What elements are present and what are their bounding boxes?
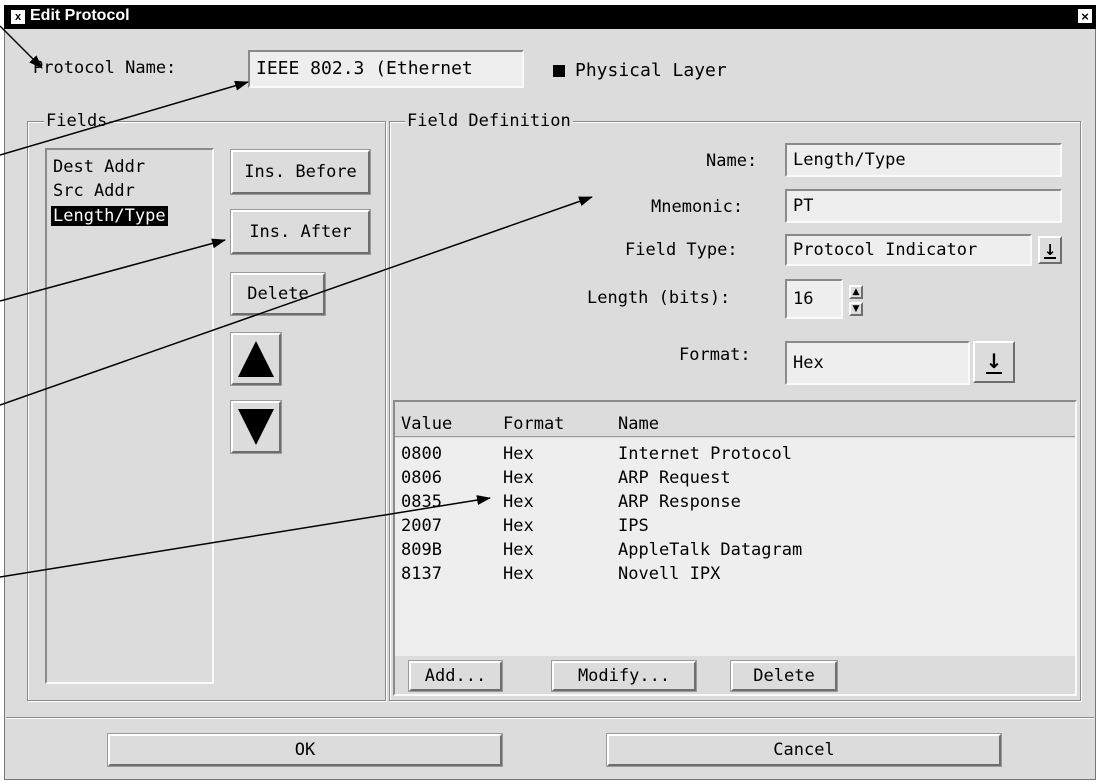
delete-value-button[interactable]: Delete: [731, 661, 837, 691]
cell-value: 0806: [401, 468, 442, 488]
triangle-down-icon: [238, 409, 274, 445]
cell-name: IPS: [618, 516, 649, 536]
cell-name: ARP Response: [618, 492, 741, 512]
table-row[interactable]: 2007 Hex IPS: [395, 516, 1075, 540]
table-row[interactable]: 0806 Hex ARP Request: [395, 468, 1075, 492]
add-value-button[interactable]: Add...: [409, 661, 502, 691]
cell-value: 0800: [401, 444, 442, 464]
format-dropdown-icon[interactable]: ↓: [973, 341, 1015, 383]
triangle-up-icon: [238, 341, 274, 377]
fields-group-title: Fields: [44, 111, 110, 131]
protocol-name-input[interactable]: IEEE 802.3 (Ethernet: [248, 50, 524, 88]
footer-divider: [6, 717, 1094, 719]
cell-value: 8137: [401, 564, 442, 584]
format-select[interactable]: Hex: [785, 341, 970, 385]
cell-name: ARP Request: [618, 468, 731, 488]
table-row[interactable]: 0835 Hex ARP Response: [395, 492, 1075, 516]
table-row[interactable]: 8137 Hex Novell IPX: [395, 564, 1075, 588]
cell-name: Internet Protocol: [618, 444, 792, 464]
length-label: Length (bits):: [587, 288, 731, 308]
fields-list-item-selected[interactable]: Length/Type: [51, 206, 168, 226]
field-type-dropdown-icon[interactable]: ↓: [1038, 236, 1062, 264]
window-menu-icon[interactable]: x: [11, 10, 25, 24]
table-header: Value Format Name: [395, 402, 1075, 437]
cell-format: Hex: [503, 540, 534, 560]
cell-format: Hex: [503, 444, 534, 464]
name-input[interactable]: Length/Type: [785, 143, 1062, 177]
cell-name: AppleTalk Datagram: [618, 540, 803, 560]
protocol-name-label: Protocol Name:: [33, 58, 177, 78]
values-table[interactable]: Value Format Name 0800 Hex Internet Prot…: [393, 400, 1077, 696]
field-definition-title: Field Definition: [405, 111, 573, 131]
cell-format: Hex: [503, 564, 534, 584]
length-input[interactable]: 16: [785, 279, 843, 319]
fields-list-item[interactable]: Dest Addr: [53, 157, 145, 177]
physical-layer-checkbox[interactable]: [553, 65, 565, 77]
column-header-format[interactable]: Format: [503, 414, 564, 434]
table-body: 0800 Hex Internet Protocol 0806 Hex ARP …: [395, 438, 1075, 656]
delete-field-button[interactable]: Delete: [231, 273, 325, 315]
ok-button[interactable]: OK: [108, 734, 502, 766]
cell-format: Hex: [503, 516, 534, 536]
fields-list-item[interactable]: Src Addr: [53, 181, 135, 201]
mnemonic-label: Mnemonic:: [651, 197, 744, 217]
column-header-name[interactable]: Name: [618, 414, 659, 434]
title-bar[interactable]: x Edit Protocol ×: [4, 5, 1096, 29]
insert-after-button[interactable]: Ins. After: [231, 210, 370, 254]
column-header-value[interactable]: Value: [401, 414, 452, 434]
window-title: Edit Protocol: [30, 7, 130, 24]
edit-protocol-dialog: x Edit Protocol × Protocol Name: IEEE 80…: [0, 0, 1101, 784]
close-icon[interactable]: ×: [1077, 8, 1093, 24]
cell-format: Hex: [503, 468, 534, 488]
mnemonic-input[interactable]: PT: [785, 189, 1062, 223]
field-type-label: Field Type:: [625, 240, 738, 260]
length-increment-icon[interactable]: ▲: [849, 285, 863, 299]
move-down-button[interactable]: [231, 401, 281, 453]
name-label: Name:: [706, 151, 758, 171]
table-row[interactable]: 0800 Hex Internet Protocol: [395, 444, 1075, 468]
cell-value: 809B: [401, 540, 442, 560]
cancel-button[interactable]: Cancel: [607, 734, 1001, 766]
table-row[interactable]: 809B Hex AppleTalk Datagram: [395, 540, 1075, 564]
cell-format: Hex: [503, 492, 534, 512]
move-up-button[interactable]: [231, 333, 281, 385]
fields-list[interactable]: Dest Addr Src Addr Length/Type: [45, 148, 214, 684]
insert-before-button[interactable]: Ins. Before: [231, 150, 370, 194]
modify-value-button[interactable]: Modify...: [552, 661, 696, 691]
cell-value: 0835: [401, 492, 442, 512]
format-label: Format:: [679, 345, 751, 365]
cell-name: Novell IPX: [618, 564, 721, 584]
physical-layer-label: Physical Layer: [575, 60, 727, 81]
cell-value: 2007: [401, 516, 442, 536]
length-decrement-icon[interactable]: ▼: [849, 302, 863, 316]
field-type-select[interactable]: Protocol Indicator: [785, 234, 1032, 266]
